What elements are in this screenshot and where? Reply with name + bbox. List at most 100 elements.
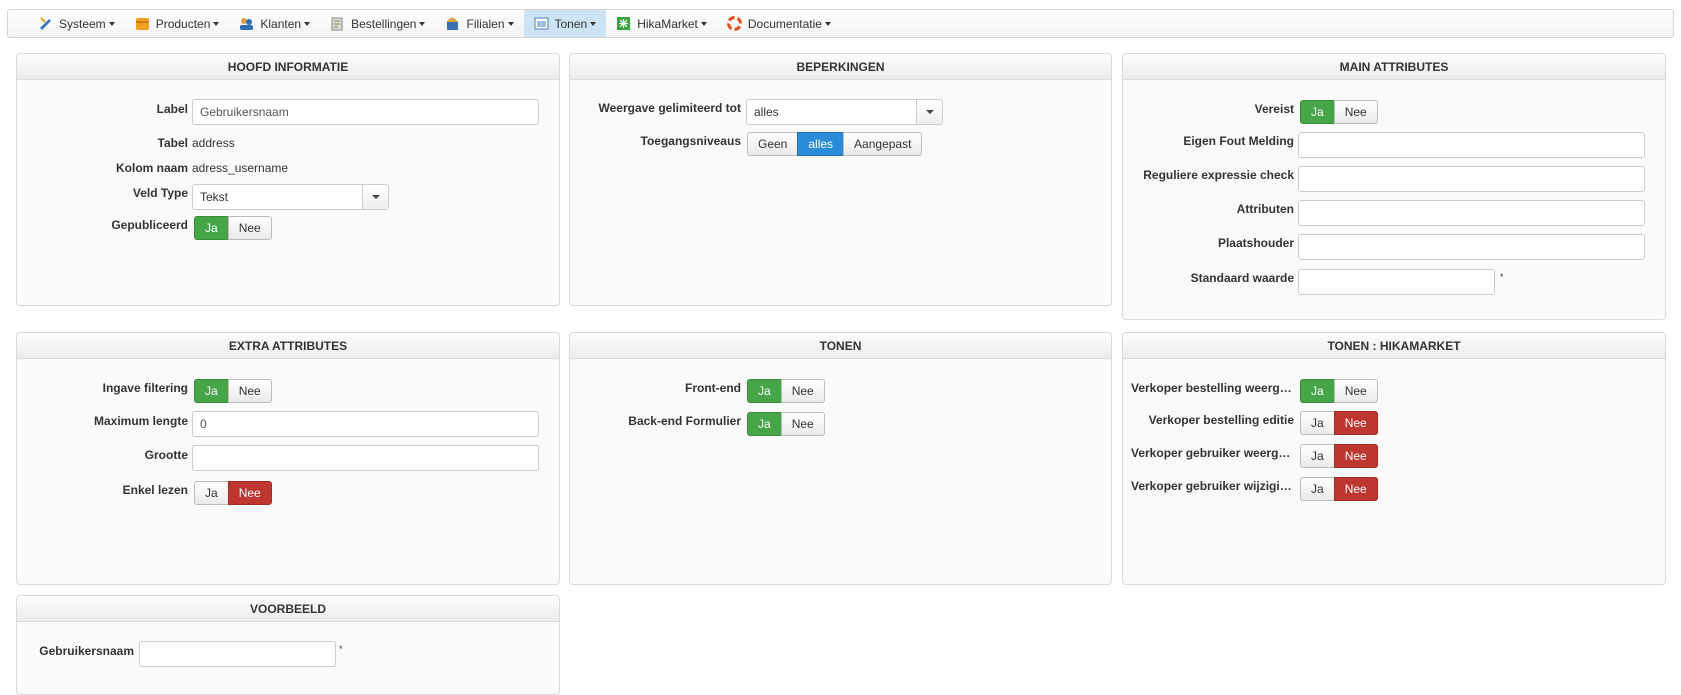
tabel-label: Tabel [157, 136, 188, 150]
panel-title: EXTRA ATTRIBUTES [17, 333, 559, 359]
back-toggle: Ja Nee [747, 412, 825, 436]
r4-toggle: Ja Nee [1300, 477, 1378, 501]
orders-icon [330, 16, 345, 31]
r4-ja[interactable]: Ja [1300, 477, 1335, 501]
filtering-toggle: Ja Nee [194, 379, 272, 403]
r3-toggle: Ja Nee [1300, 444, 1378, 468]
enkel-toggle: Ja Nee [194, 481, 272, 505]
vereist-nee[interactable]: Nee [1333, 100, 1378, 124]
maxlen-input[interactable]: 0 [192, 411, 539, 437]
attributen-label: Attributen [1236, 202, 1294, 216]
kolom-label: Kolom naam [115, 161, 188, 175]
toegang-toggle: Geen alles Aangepast [747, 132, 923, 156]
fout-label: Eigen Fout Melding [1183, 134, 1294, 148]
r2-ja[interactable]: Ja [1300, 411, 1335, 435]
panel-extra-attributes: EXTRA ATTRIBUTES Ingave filtering Ja Nee… [16, 332, 560, 585]
chevron-down-icon [916, 100, 942, 124]
kolom-value: adress_username [192, 161, 289, 175]
filtering-ja[interactable]: Ja [194, 379, 229, 403]
panel-tonen: TONEN Front-end Ja Nee Back-end Formulie… [569, 332, 1112, 585]
back-nee[interactable]: Nee [780, 412, 825, 436]
chevron-down-icon [362, 185, 388, 209]
voorbeeld-input[interactable] [139, 641, 336, 667]
hikamarket-icon [616, 16, 631, 31]
tools-icon [38, 16, 53, 31]
regex-label: Reguliere expressie check [1143, 168, 1294, 182]
vereist-label: Vereist [1254, 102, 1294, 116]
panel-beperkingen: BEPERKINGEN Weergave gelimiteerd tot all… [569, 53, 1112, 306]
vereist-ja[interactable]: Ja [1300, 100, 1335, 124]
r2-toggle: Ja Nee [1300, 411, 1378, 435]
lifebuoy-icon [726, 16, 742, 31]
front-label: Front-end [685, 381, 741, 395]
r1-label: Verkoper bestelling weergave [1131, 381, 1294, 395]
fout-input[interactable] [1298, 132, 1645, 158]
front-ja[interactable]: Ja [747, 379, 782, 403]
r1-nee[interactable]: Nee [1333, 379, 1378, 403]
veldtype-label: Veld Type [132, 186, 188, 200]
front-toggle: Ja Nee [747, 379, 825, 403]
r4-label: Verkoper gebruiker wijziging [1131, 479, 1294, 493]
gepubliceerd-ja[interactable]: Ja [194, 216, 229, 240]
panel-title: VOORBEELD [17, 596, 559, 622]
panel-title: TONEN : HIKAMARKET [1123, 333, 1665, 359]
r2-nee[interactable]: Nee [1333, 411, 1378, 435]
box-icon [135, 16, 150, 31]
menu-hikamarket[interactable]: HikaMarket [606, 10, 717, 37]
enkel-ja[interactable]: Ja [194, 481, 229, 505]
standaard-label: Standaard waarde [1190, 271, 1294, 285]
panel-main-attributes: MAIN ATTRIBUTES Vereist Ja Nee Eigen Fou… [1122, 53, 1666, 320]
weergave-label: Weergave gelimiteerd tot [598, 101, 742, 115]
toegang-aangepast[interactable]: Aangepast [843, 132, 923, 156]
weergave-select[interactable]: alles [746, 99, 943, 125]
filtering-label: Ingave filtering [102, 381, 188, 395]
standaard-input[interactable] [1298, 269, 1495, 295]
menu-tonen[interactable]: Tonen [523, 10, 607, 37]
grootte-input[interactable] [192, 445, 539, 471]
display-icon [534, 16, 549, 31]
r3-nee[interactable]: Nee [1333, 444, 1378, 468]
menu-systeem[interactable]: Systeem [28, 10, 125, 37]
panel-tonen-hikamarket: TONEN : HIKAMARKET Verkoper bestelling w… [1122, 332, 1666, 585]
r4-nee[interactable]: Nee [1333, 477, 1378, 501]
back-ja[interactable]: Ja [747, 412, 782, 436]
panel-title: HOOFD INFORMATIE [17, 54, 559, 80]
shop-icon [445, 16, 460, 31]
vereist-toggle: Ja Nee [1300, 100, 1378, 124]
plaatshouder-input[interactable] [1298, 234, 1645, 260]
r1-ja[interactable]: Ja [1300, 379, 1335, 403]
plaatshouder-label: Plaatshouder [1217, 236, 1294, 250]
gepubliceerd-label: Gepubliceerd [111, 218, 188, 232]
required-star: * [1500, 272, 1504, 282]
toegang-label: Toegangsniveaus [640, 134, 741, 148]
panel-title: BEPERKINGEN [570, 54, 1111, 80]
toegang-geen[interactable]: Geen [747, 132, 799, 156]
users-icon [239, 16, 254, 31]
r3-ja[interactable]: Ja [1300, 444, 1335, 468]
attributen-input[interactable] [1298, 200, 1645, 226]
menu-klanten[interactable]: Klanten [229, 10, 320, 37]
menu-producten[interactable]: Producten [125, 10, 230, 37]
menu-documentatie[interactable]: Documentatie [717, 10, 841, 37]
label-label: Label [156, 102, 188, 116]
panel-title: MAIN ATTRIBUTES [1123, 54, 1665, 80]
label-input[interactable]: Gebruikersnaam [192, 99, 539, 125]
r2-label: Verkoper bestelling editie [1148, 413, 1294, 427]
enkel-nee[interactable]: Nee [227, 481, 272, 505]
back-label: Back-end Formulier [628, 414, 741, 428]
tabel-value: address [192, 136, 235, 150]
veldtype-select[interactable]: Tekst [192, 184, 389, 210]
menu-filialen[interactable]: Filialen [435, 10, 523, 37]
panel-hoofd-informatie: HOOFD INFORMATIE Label Gebruikersnaam Ta… [16, 53, 560, 306]
menu-bestellingen[interactable]: Bestellingen [320, 10, 435, 37]
gepubliceerd-nee[interactable]: Nee [227, 216, 272, 240]
toegang-alles[interactable]: alles [797, 132, 845, 156]
filtering-nee[interactable]: Nee [227, 379, 272, 403]
required-star: * [339, 644, 343, 654]
r1-toggle: Ja Nee [1300, 379, 1378, 403]
main-menubar: Systeem Producten Klanten Bestellingen F… [7, 9, 1674, 38]
panel-title: TONEN [570, 333, 1111, 359]
grootte-label: Grootte [144, 448, 188, 462]
regex-input[interactable] [1298, 166, 1645, 192]
front-nee[interactable]: Nee [780, 379, 825, 403]
